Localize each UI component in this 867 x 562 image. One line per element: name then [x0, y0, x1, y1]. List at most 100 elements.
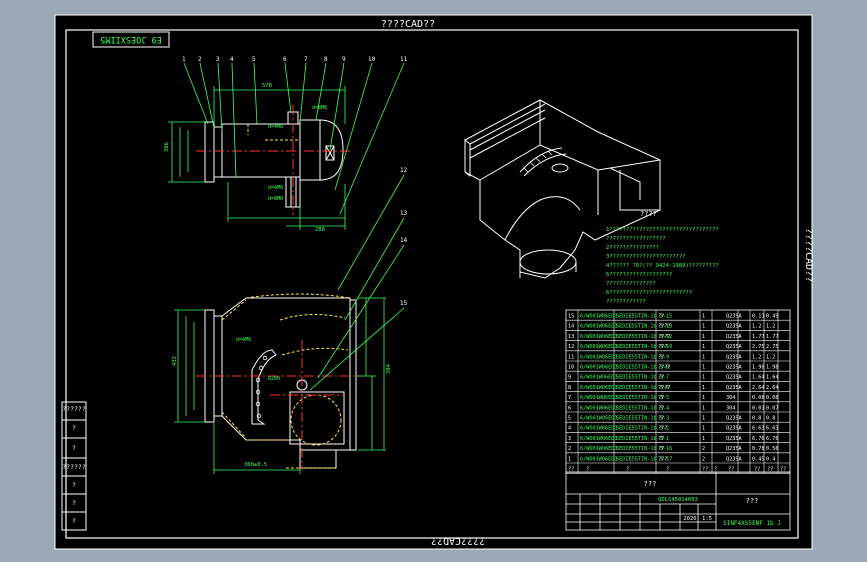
- bom-cell-total: 1.64: [766, 375, 779, 381]
- bom-cell-code: 6/WO01WO6ED1: [580, 416, 617, 422]
- bom-cell-code: 6/WO01WO6ED1: [580, 385, 617, 391]
- bom-cell-code: 6/WO01WO6ED1: [580, 324, 617, 330]
- bom-cell-mat: Q235A: [726, 365, 742, 371]
- bom-cell-qty: 2: [702, 456, 705, 462]
- bom-cell-total: 0.49: [766, 314, 779, 320]
- bom-cell-code: 6/WO01WO6ED1: [580, 436, 617, 442]
- bom-cell-total: 1.2: [766, 324, 775, 330]
- svg-text:1: 1: [182, 56, 186, 63]
- svg-text:5???????????????????: 5???????????????????: [606, 272, 672, 278]
- svg-text:11: 11: [400, 56, 408, 63]
- bom-cell-mat: Q235A: [726, 375, 742, 381]
- dim-front-height: 432: [172, 356, 178, 366]
- bom-cell-spec: ??: [658, 354, 664, 360]
- bom-cell-mat: Q235A: [726, 456, 742, 462]
- dim-note-2: d=4M8: [268, 185, 283, 191]
- bom-cell-qty: 2: [702, 446, 705, 452]
- bom-cell-unit: 0.8: [752, 416, 761, 422]
- bom-cell-mat: Q235A: [726, 324, 742, 330]
- bom-cell-spec: ??: [658, 314, 664, 320]
- svg-text:??????????????????: ??????????????????: [606, 236, 666, 242]
- svg-text:4: 4: [230, 56, 234, 63]
- bom-cell-code: 6/WO01WO6ED1: [580, 456, 617, 462]
- svg-text:3???????????????????????: 3???????????????????????: [606, 254, 685, 260]
- bom-cell-qty: 1: [702, 385, 705, 391]
- drawing-no: E9 JOESXIIM5: [100, 34, 161, 44]
- cad-drawing-sheet: ????CAD?? ????CAD?? ????CAD?? E9 JOESXII…: [54, 14, 814, 550]
- dim-bottom-length: 288: [315, 227, 325, 233]
- title-block-code: QDLS45014003: [658, 497, 698, 503]
- svg-text:6: 6: [283, 56, 287, 63]
- bom-cell-unit: 0.01: [752, 405, 765, 411]
- svg-text:2: 2: [198, 56, 202, 63]
- dim-top-length: 578: [262, 83, 272, 89]
- bom-cell-qty: 1: [702, 334, 705, 340]
- bom-cell-unit: 1.64: [752, 375, 765, 381]
- bom-cell-qty: 1: [702, 365, 705, 371]
- bom-cell-total: 0.08: [766, 395, 779, 401]
- bom-cell-total: 0.07: [766, 405, 779, 411]
- bom-cell-qty: 1: [702, 344, 705, 350]
- svg-text:13: 13: [400, 210, 408, 217]
- bom-cell-mat: Q235A: [726, 426, 742, 432]
- svg-text:?: ?: [72, 499, 76, 507]
- title-block-name: ???: [644, 480, 657, 488]
- svg-text:3: 3: [216, 56, 220, 63]
- title-block-scale: 1:5: [702, 516, 712, 522]
- bom-cell-code: 6/WO01WO6ED1: [580, 334, 617, 340]
- top-title: ????CAD??: [381, 19, 435, 30]
- bom-cell-qty: 1: [702, 314, 705, 320]
- svg-text:???????????????: ???????????????: [606, 281, 656, 287]
- bom-cell-mat: Q235A: [726, 446, 742, 452]
- bom-cell-mat: Q235A: [726, 344, 742, 350]
- bom-cell-qty: 1: [702, 354, 705, 360]
- bom-cell-code: 6/WO01WO6ED1: [580, 375, 617, 381]
- bom-cell-code: 6/WO01WO6ED1: [580, 314, 617, 320]
- bom-cell-no: 4: [568, 426, 571, 432]
- bom-cell-spec: ??: [658, 375, 664, 381]
- bom-cell-spec: ???: [658, 426, 667, 432]
- svg-text:4?????? ?D?(?? 9424-1989)?????: 4?????? ?D?(?? 9424-1989)?????????: [606, 263, 719, 269]
- bom-cell-code: 6/WO01WO6ED1: [580, 446, 617, 452]
- notes-heading: ????: [640, 210, 657, 218]
- bom-cell-qty: 1: [702, 375, 705, 381]
- svg-text:10: 10: [368, 56, 376, 63]
- bom-cell-total: 2.75: [766, 344, 779, 350]
- bom-cell-qty: 1: [702, 324, 705, 330]
- svg-text:?: ?: [72, 444, 76, 452]
- svg-text:5: 5: [252, 56, 256, 63]
- svg-text:?: ?: [72, 424, 76, 432]
- bom-cell-qty: 1: [702, 395, 705, 401]
- bom-cell-spec: ????: [658, 365, 671, 371]
- bom-cell-unit: 0.08: [752, 395, 765, 401]
- bom-cell-mat: 304: [726, 405, 735, 411]
- bom-cell-unit: 0.45: [752, 456, 765, 462]
- svg-text:12: 12: [400, 167, 408, 174]
- right-title: ????CAD??: [803, 228, 814, 282]
- svg-text:7: 7: [304, 56, 308, 63]
- bom-cell-unit: 1.98: [752, 365, 765, 371]
- bom-cell-unit: 0.11: [752, 314, 765, 320]
- bottom-title: ????CAD??: [431, 535, 485, 546]
- bom-cell-no: 1: [568, 456, 571, 462]
- dim-note-3: d=8M8: [268, 196, 283, 202]
- bom-cell-no: 2: [568, 446, 571, 452]
- bom-cell-unit: 1.2: [752, 354, 761, 360]
- svg-text:14: 14: [400, 237, 408, 244]
- bom-cell-total: 0.4: [766, 456, 775, 462]
- bom-cell-total: 1.2: [766, 354, 775, 360]
- bom-cell-spec: ??: [658, 446, 664, 452]
- bom-cell-code: 6/WO01WO6ED1: [580, 426, 617, 432]
- svg-text:????????????: ????????????: [606, 299, 646, 305]
- bom-cell-unit: 2.64: [752, 385, 765, 391]
- svg-text:??????: ??????: [62, 405, 86, 413]
- bom-cell-code: 6/WO01WO6ED1: [580, 354, 617, 360]
- bom-cell-mat: 304: [726, 395, 735, 401]
- title-block-date: 2026: [683, 516, 696, 522]
- dim-front-note: d=4M8: [236, 337, 251, 343]
- bom-cell-qty: 1: [702, 436, 705, 442]
- svg-text:?: ?: [72, 481, 76, 489]
- bom-cell-unit: 2.75: [752, 344, 765, 350]
- bom-cell-unit: 0.78: [752, 446, 765, 452]
- svg-text:6?????????????????????????: 6?????????????????????????: [606, 290, 692, 296]
